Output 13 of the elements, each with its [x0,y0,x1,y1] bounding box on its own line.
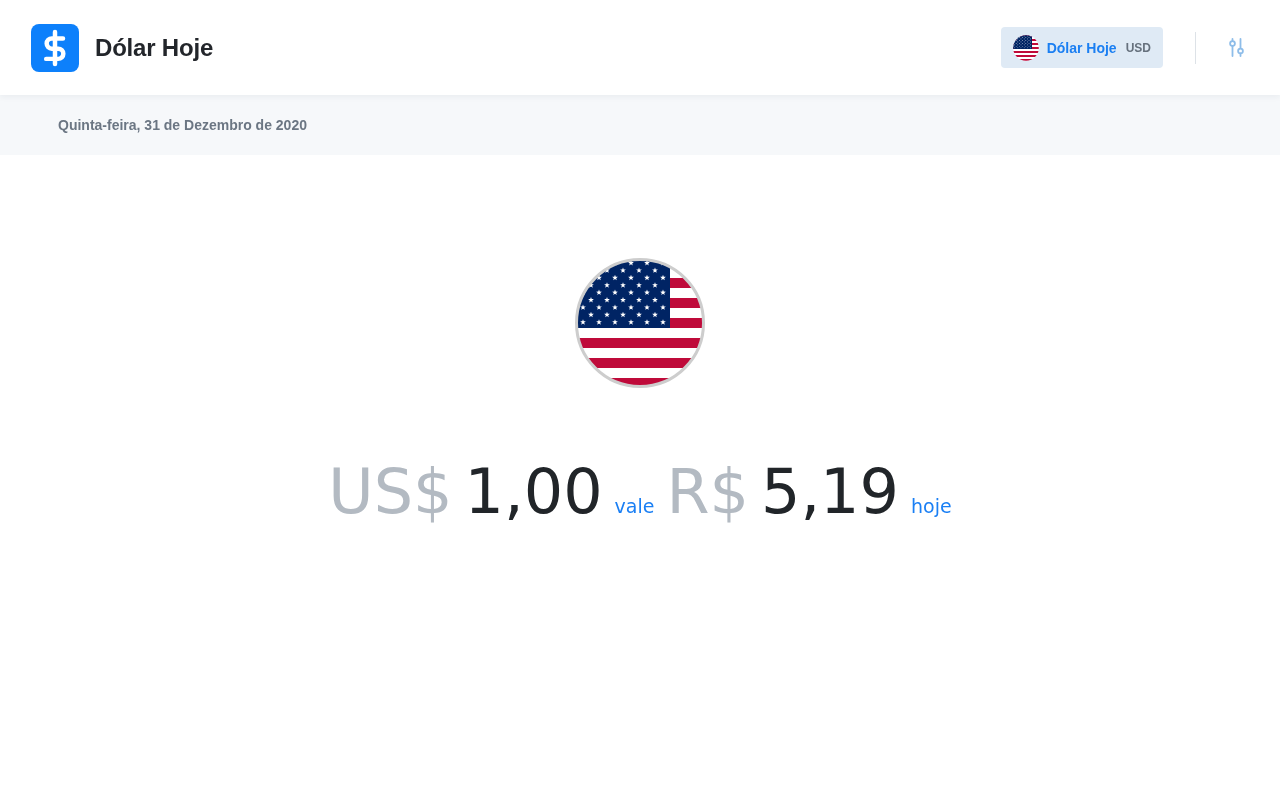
currency-button[interactable]: Dólar Hoje USD [1000,27,1163,68]
connector-text: vale [614,497,655,516]
flag-icon [1012,34,1039,61]
amount-text: 1,00 [464,461,603,523]
date-text: Quinta-feira, 31 de Dezembro de 2020 [58,117,307,133]
flag-icon [575,258,705,388]
dollar-logo-icon [31,23,79,72]
sliders-icon[interactable] [1229,38,1244,57]
app-title: Dólar Hoje [95,33,214,62]
currency-symbol: US$ [328,461,453,523]
amount-text: 5,19 [760,461,899,523]
currency-symbol: R$ [666,461,749,523]
suffix-text: hoje [911,497,952,516]
